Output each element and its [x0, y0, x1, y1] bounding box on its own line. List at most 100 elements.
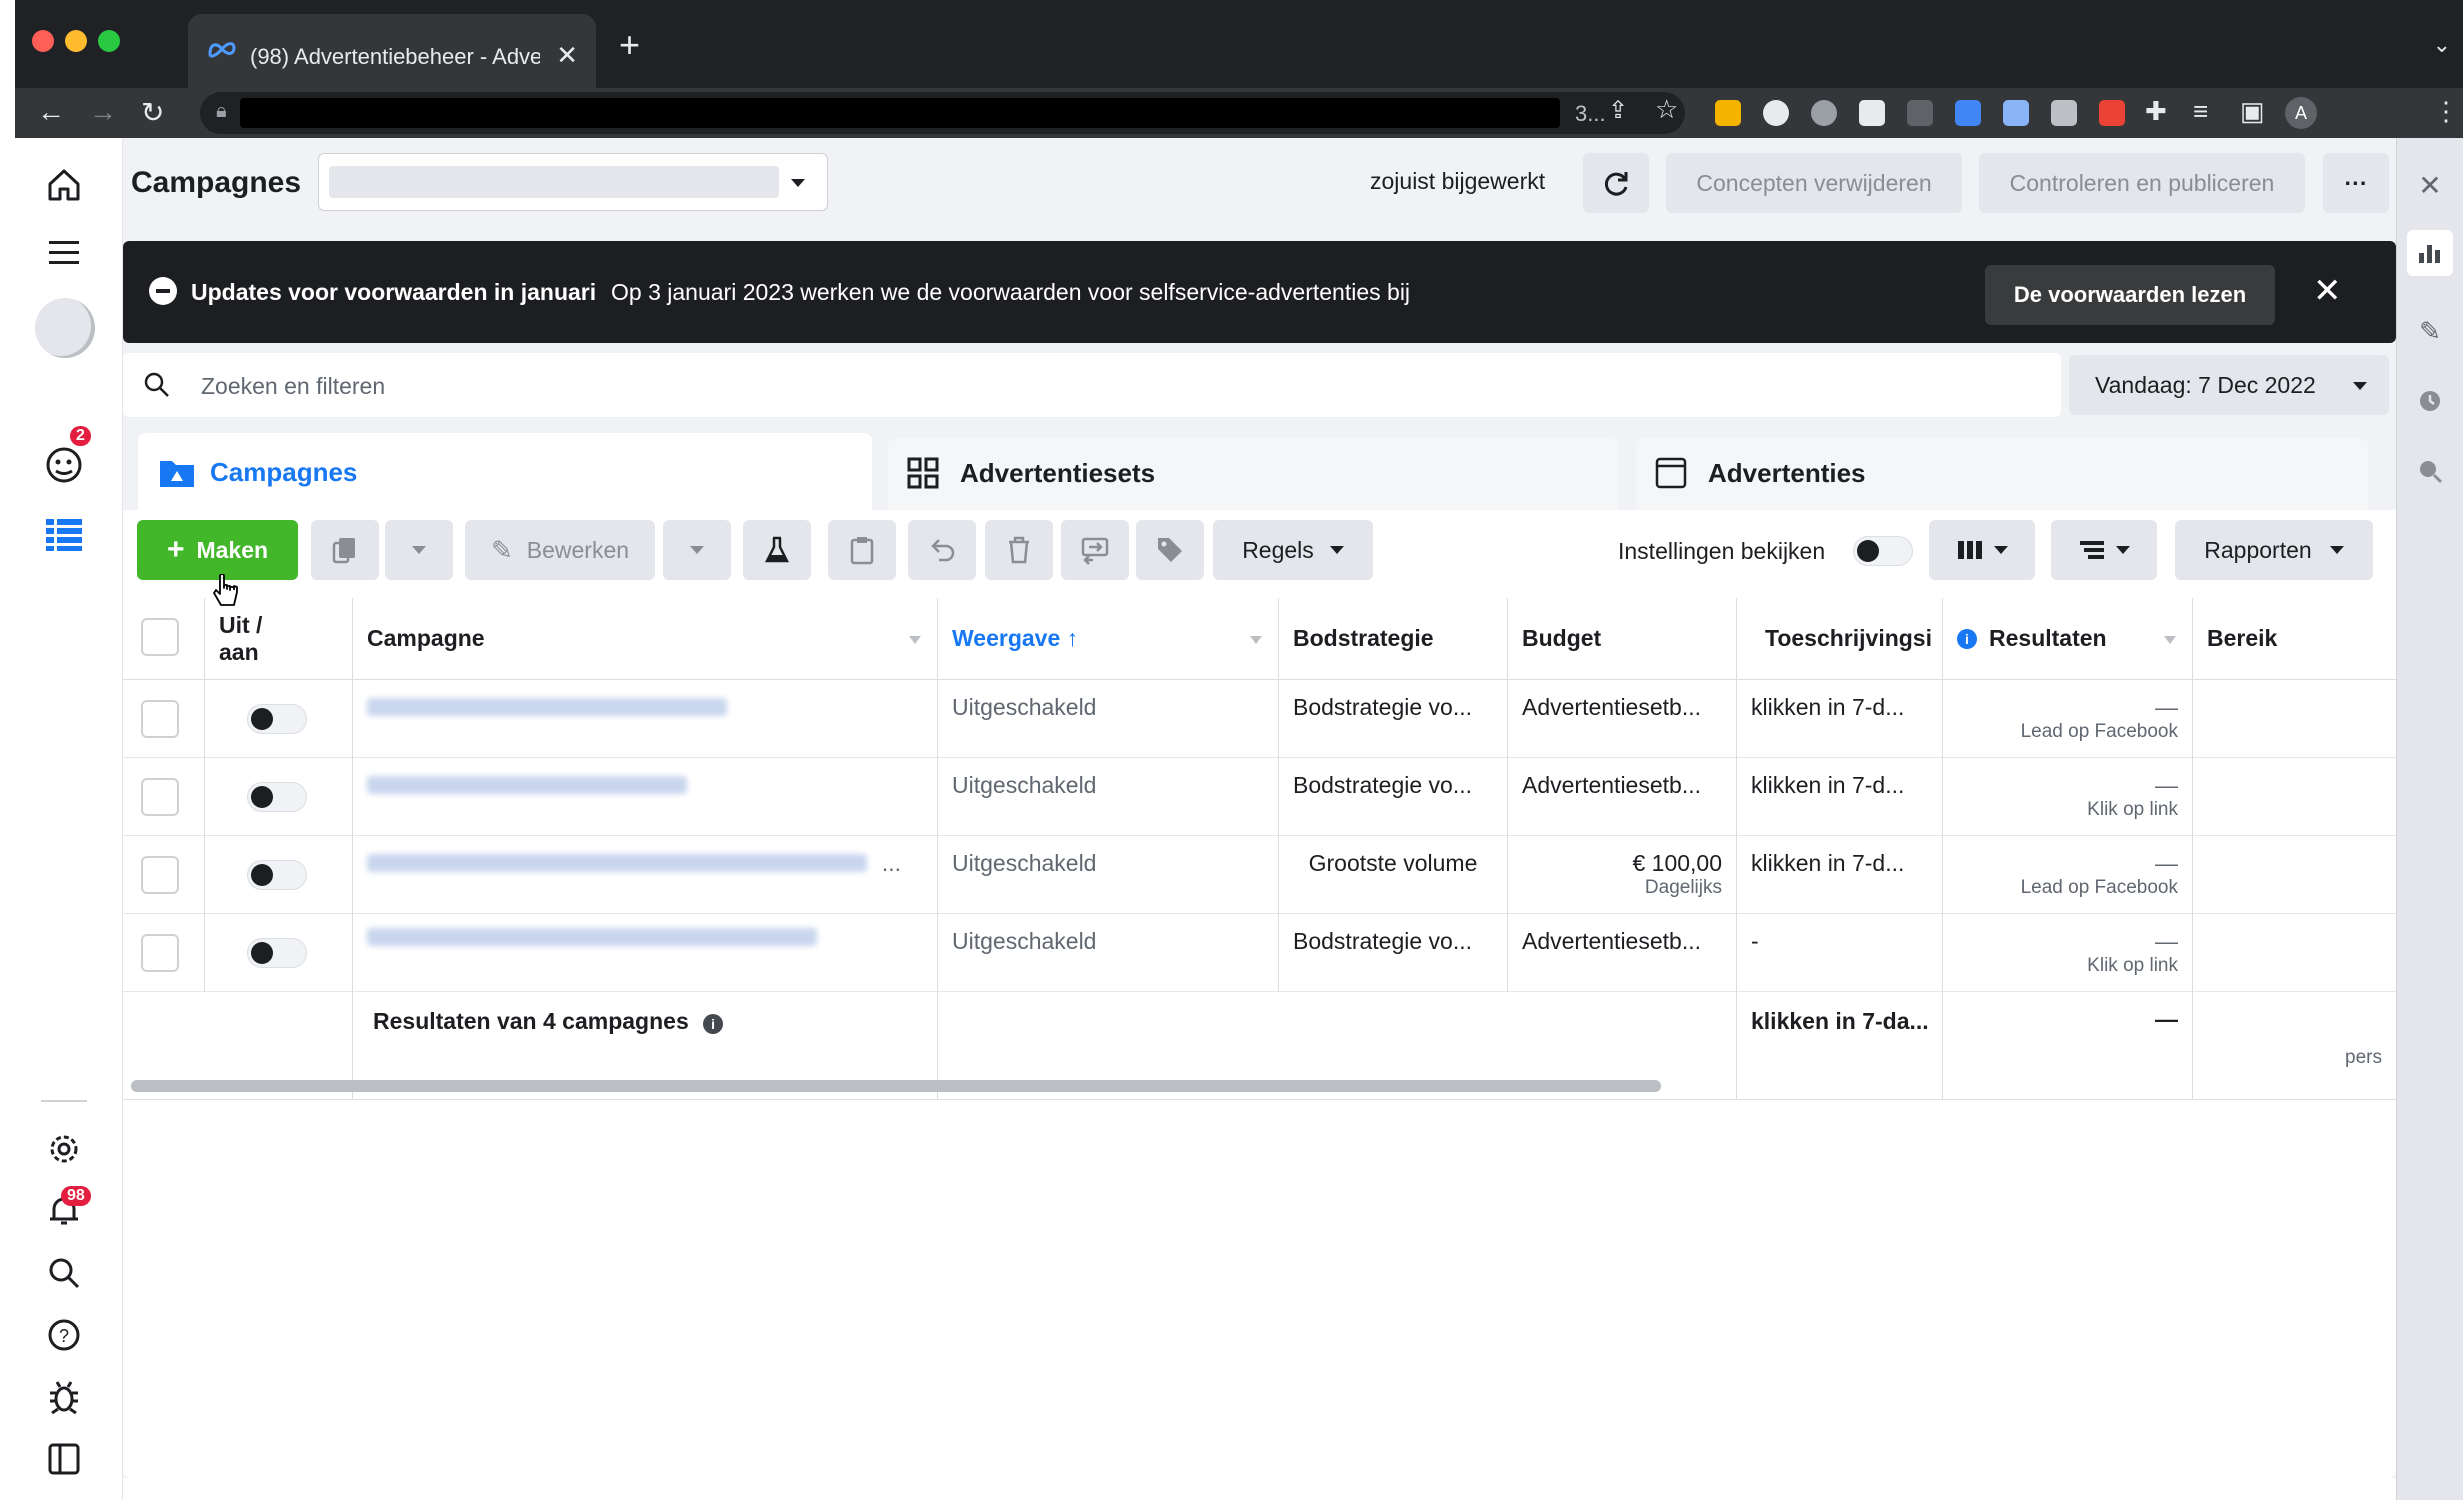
refresh-button[interactable]	[1583, 153, 1649, 213]
tab-advertentiesets[interactable]: Advertentiesets	[888, 438, 1618, 515]
settings-gear-icon[interactable]	[41, 1126, 87, 1172]
collapse-panel-icon[interactable]	[41, 1436, 87, 1482]
lock-icon[interactable]: 🔒︎	[216, 100, 227, 123]
discard-drafts-button[interactable]: Concepten verwijderen	[1666, 153, 1962, 213]
extension-icon-2[interactable]	[1763, 100, 1789, 126]
window-zoom-dot[interactable]	[98, 30, 120, 52]
sort-chevron-icon[interactable]	[909, 636, 921, 644]
banner-close-icon[interactable]: ✕	[2313, 271, 2342, 311]
profile-avatar[interactable]: A	[2285, 97, 2317, 129]
window-close-dot[interactable]	[32, 30, 54, 52]
header-budget[interactable]: Budget	[1508, 598, 1737, 680]
reports-button[interactable]: Rapporten	[2175, 520, 2373, 580]
browser-tab-active[interactable]: (98) Advertentiebeheer - Adve ✕	[188, 14, 596, 88]
campaign-name-redacted[interactable]	[367, 928, 817, 946]
share-icon[interactable]: ⇪	[1608, 96, 1628, 125]
info-icon[interactable]: i	[703, 1014, 724, 1034]
window-minimize-dot[interactable]	[65, 30, 87, 52]
table-row[interactable]: Uitgeschakeld Bodstrategie vo... Adverte…	[123, 758, 2396, 836]
extension-icon-5[interactable]	[1907, 100, 1933, 126]
table-row[interactable]: Uitgeschakeld Bodstrategie vo... Adverte…	[123, 914, 2396, 992]
camera-extension-icon[interactable]	[2051, 100, 2077, 126]
reading-list-icon[interactable]: ≡	[2193, 96, 2208, 127]
side-panel-icon[interactable]: ▣	[2240, 96, 2265, 127]
header-bid[interactable]: Bodstrategie	[1279, 598, 1508, 680]
undo-button[interactable]	[908, 520, 976, 580]
row-checkbox[interactable]	[141, 700, 179, 738]
close-icon[interactable]: ✕	[2407, 162, 2453, 208]
campaign-toggle[interactable]	[247, 860, 307, 890]
pencil-icon[interactable]: ✎	[2407, 308, 2453, 354]
tab-search-chevron-icon[interactable]: ⌄	[2433, 32, 2451, 58]
view-settings-toggle[interactable]	[1853, 536, 1913, 566]
menu-hamburger-icon[interactable]	[41, 230, 87, 276]
notifications-face-icon[interactable]	[41, 442, 87, 488]
ab-test-button[interactable]	[743, 520, 811, 580]
breakdown-button[interactable]	[2051, 520, 2157, 580]
header-campaign[interactable]: Campagne	[353, 598, 938, 680]
create-button[interactable]: + Maken	[137, 520, 298, 580]
sort-chevron-icon[interactable]	[2164, 636, 2176, 644]
history-clock-icon[interactable]	[2407, 378, 2453, 424]
tab-close-icon[interactable]: ✕	[556, 40, 578, 71]
edit-button[interactable]: ✎ Bewerken	[465, 520, 655, 580]
campaign-name-cell[interactable]	[353, 680, 938, 758]
campaign-name-redacted[interactable]	[367, 776, 687, 794]
info-icon[interactable]: i	[1957, 628, 1977, 649]
duplicate-button[interactable]	[311, 520, 379, 580]
row-checkbox[interactable]	[141, 934, 179, 972]
campaign-name-redacted[interactable]	[367, 698, 727, 716]
read-terms-button[interactable]: De voorwaarden lezen	[1985, 265, 2275, 325]
search-filter-bar[interactable]: Zoeken en filteren	[123, 353, 2061, 417]
header-attribution[interactable]: Toeschrijvingsi	[1737, 598, 1943, 680]
campaign-name-cell[interactable]: ...	[353, 836, 938, 914]
campaign-toggle[interactable]	[247, 704, 307, 734]
bug-report-icon[interactable]	[41, 1374, 87, 1420]
campaign-toggle[interactable]	[247, 782, 307, 812]
search-icon[interactable]	[41, 1250, 87, 1296]
review-publish-button[interactable]: Controleren en publiceren	[1979, 153, 2305, 213]
extension-icon-9[interactable]	[2099, 100, 2125, 126]
duplicate-dropdown[interactable]	[385, 520, 453, 580]
tab-campagnes[interactable]: Campagnes	[138, 433, 872, 515]
address-bar[interactable]: 🔒︎ 3... ⇪ ☆	[200, 92, 1685, 134]
extension-icon-7[interactable]	[2003, 100, 2029, 126]
row-checkbox[interactable]	[141, 856, 179, 894]
bar-chart-icon[interactable]	[2407, 230, 2453, 276]
export-button[interactable]	[1061, 520, 1129, 580]
horizontal-scrollbar[interactable]	[131, 1080, 1661, 1092]
tab-advertenties[interactable]: Advertenties	[1636, 438, 2368, 515]
header-delivery[interactable]: Weergave ↑	[938, 598, 1279, 680]
reload-icon[interactable]: ↻	[141, 96, 164, 129]
account-selector[interactable]	[318, 153, 828, 211]
header-reach[interactable]: Bereik	[2193, 598, 2396, 680]
campaign-toggle[interactable]	[247, 938, 307, 968]
help-icon[interactable]: ?	[41, 1312, 87, 1358]
rules-button[interactable]: Regels	[1213, 520, 1373, 580]
bookmark-star-icon[interactable]: ☆	[1655, 94, 1678, 125]
more-options-button[interactable]: ···	[2323, 153, 2389, 213]
columns-button[interactable]	[1929, 520, 2035, 580]
edit-dropdown[interactable]	[663, 520, 731, 580]
forward-arrow-icon[interactable]: →	[89, 96, 117, 128]
extension-icon-3[interactable]	[1811, 100, 1837, 126]
account-avatar[interactable]	[35, 298, 95, 358]
campaign-name-cell[interactable]	[353, 758, 938, 836]
campaigns-table-icon[interactable]	[41, 512, 87, 558]
campaign-name-redacted[interactable]	[367, 854, 867, 872]
row-checkbox[interactable]	[141, 778, 179, 816]
sort-chevron-icon[interactable]	[1250, 636, 1262, 644]
home-icon[interactable]	[41, 162, 87, 208]
header-results[interactable]: i Resultaten	[1943, 598, 2193, 680]
extension-icon-1[interactable]	[1715, 100, 1741, 126]
zoom-search-icon[interactable]	[2407, 448, 2453, 494]
back-arrow-icon[interactable]: ←	[37, 96, 65, 128]
browser-menu-icon[interactable]: ⋮	[2433, 96, 2459, 127]
table-row[interactable]: Uitgeschakeld Bodstrategie vo... Adverte…	[123, 680, 2396, 758]
select-all-checkbox[interactable]	[141, 618, 179, 656]
tag-button[interactable]	[1136, 520, 1204, 580]
campaign-name-cell[interactable]	[353, 914, 938, 992]
extension-icon-6[interactable]	[1955, 100, 1981, 126]
extension-icon-4[interactable]	[1859, 100, 1885, 126]
extensions-puzzle-icon[interactable]: ✚	[2145, 96, 2167, 127]
